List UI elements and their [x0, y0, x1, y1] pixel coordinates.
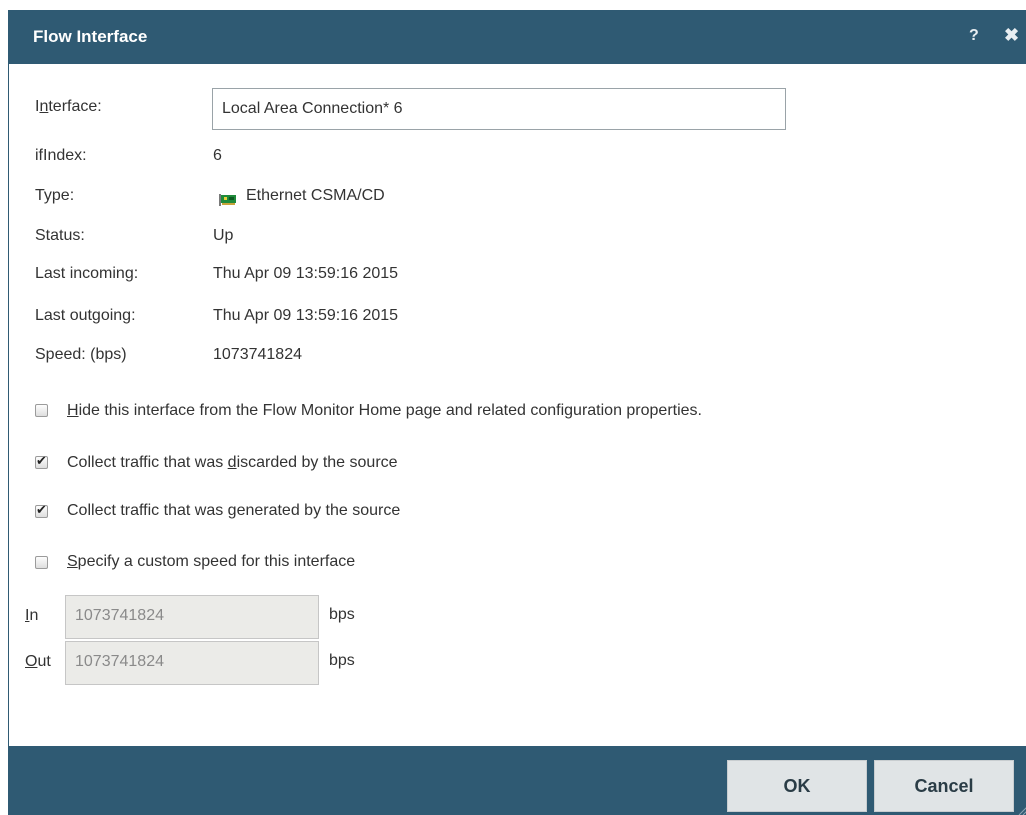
custom-speed-label[interactable]: Specify a custom speed for this interfac… — [67, 553, 355, 571]
ifindex-value: 6 — [213, 147, 222, 164]
custom-speed-checkbox[interactable] — [35, 556, 48, 569]
flow-interface-dialog: Flow Interface ? ✖ Interface: Local Area… — [8, 10, 1026, 815]
type-value: Ethernet CSMA/CD — [246, 187, 385, 204]
dialog-titlebar[interactable]: Flow Interface ? ✖ — [9, 10, 1026, 64]
interface-label: Interface: — [35, 98, 102, 115]
dialog-title: Flow Interface — [33, 27, 148, 46]
help-icon[interactable]: ? — [969, 27, 979, 45]
checkmark-icon: ✔ — [36, 502, 47, 517]
cancel-button[interactable]: Cancel — [874, 760, 1014, 812]
resize-grip-icon[interactable] — [1017, 805, 1026, 815]
last-incoming-value: Thu Apr 09 13:59:16 2015 — [213, 265, 399, 282]
checkmark-icon: ✔ — [36, 453, 47, 468]
collect-discarded-checkbox[interactable]: ✔ — [35, 453, 48, 469]
status-value: Up — [213, 227, 234, 244]
collect-generated-checkbox[interactable]: ✔ — [35, 502, 48, 518]
last-incoming-label: Last incoming: — [35, 265, 139, 282]
close-icon[interactable]: ✖ — [1004, 25, 1019, 46]
ifindex-label: ifIndex: — [35, 147, 87, 164]
speed-value: 1073741824 — [213, 346, 302, 363]
status-label: Status: — [35, 227, 85, 244]
collect-generated-label[interactable]: Collect traffic that was generated by th… — [67, 502, 400, 520]
in-speed-input[interactable]: 1073741824 — [65, 595, 319, 639]
collect-discarded-label[interactable]: Collect traffic that was discarded by th… — [67, 454, 398, 472]
out-speed-input[interactable]: 1073741824 — [65, 641, 319, 685]
out-speed-label: Out — [25, 653, 51, 670]
interface-name-input[interactable]: Local Area Connection* 6 — [212, 88, 786, 130]
last-outgoing-label: Last outgoing: — [35, 307, 136, 324]
hide-interface-checkbox[interactable] — [35, 404, 48, 417]
network-card-icon — [219, 194, 236, 206]
speed-label: Speed: (bps) — [35, 346, 127, 363]
hide-interface-label[interactable]: Hide this interface from the Flow Monito… — [67, 402, 702, 420]
in-speed-label: In — [25, 607, 39, 624]
last-outgoing-value: Thu Apr 09 13:59:16 2015 — [213, 307, 399, 324]
ok-button[interactable]: OK — [727, 760, 867, 812]
type-label: Type: — [35, 187, 75, 204]
out-unit-label: bps — [329, 652, 355, 669]
in-unit-label: bps — [329, 606, 355, 623]
